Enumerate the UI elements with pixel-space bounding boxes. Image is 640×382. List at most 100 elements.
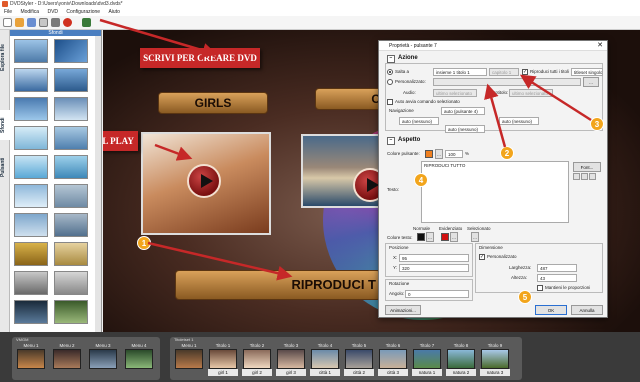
title-item[interactable]: Titolo 6 città 3 [378, 343, 408, 376]
menu-file[interactable]: File [4, 9, 12, 15]
tab-backgrounds[interactable]: Sfondi [0, 110, 10, 140]
button-color-swatch[interactable] [425, 150, 433, 158]
background-thumb[interactable] [54, 97, 88, 121]
background-thumb[interactable] [54, 184, 88, 208]
highlight-color-label: Evidenziato [439, 226, 463, 231]
title-item[interactable]: Titolo 3 girl 3 [276, 343, 306, 376]
button-color-picker[interactable]: ... [435, 149, 443, 159]
background-thumb[interactable] [54, 271, 88, 295]
background-thumb[interactable] [14, 39, 48, 63]
height-input[interactable]: 43 [537, 274, 577, 282]
new-file-icon[interactable] [3, 18, 12, 27]
burn-icon[interactable] [63, 18, 72, 27]
menu-item[interactable]: Menu 3 [88, 343, 118, 376]
normal-color-picker[interactable]: ... [426, 232, 434, 242]
highlight-color-picker[interactable]: ... [450, 232, 458, 242]
background-thumb[interactable] [54, 68, 88, 92]
background-thumb[interactable] [54, 155, 88, 179]
section-action[interactable]: Azione [387, 55, 418, 63]
align-center-icon[interactable] [581, 173, 588, 180]
background-thumb[interactable] [14, 271, 48, 295]
menu-item-thumb [125, 349, 153, 369]
background-thumb[interactable] [14, 184, 48, 208]
section-appearance[interactable]: Aspetto [387, 137, 420, 145]
menu-edit[interactable]: Modifica [20, 9, 39, 15]
background-thumb[interactable] [14, 126, 48, 150]
opacity-input[interactable]: 100 [445, 150, 463, 158]
nav-down-select[interactable]: auto (nessuno) [445, 125, 485, 133]
menu-settings[interactable]: Configurazione [66, 9, 100, 15]
step-badge-3: 3 [590, 117, 604, 131]
selected-color-picker[interactable]: ... [471, 232, 479, 242]
align-left-icon[interactable] [573, 173, 580, 180]
title-item[interactable]: Titolo 1 girl 1 [208, 343, 238, 376]
background-thumb[interactable] [14, 97, 48, 121]
highlight-color-swatch[interactable] [441, 233, 449, 241]
custom-size-checkbox[interactable]: ✓ [479, 254, 485, 260]
background-thumb[interactable] [14, 68, 48, 92]
angle-input[interactable]: 0 [405, 290, 469, 298]
close-icon[interactable]: ✕ [597, 42, 603, 50]
backgrounds-scrollbar[interactable] [95, 36, 101, 332]
title-item[interactable]: Titolo 4 città 1 [310, 343, 340, 376]
button-text-area[interactable]: RIPRODUCI TUTTO [421, 161, 569, 223]
play-all-checkbox[interactable]: ✓ [522, 69, 528, 75]
nav-up-select[interactable]: auto (pulsante 4) [441, 107, 485, 115]
wand-icon[interactable] [39, 18, 48, 27]
background-thumb[interactable] [54, 242, 88, 266]
title-item[interactable]: Menu 1 [174, 343, 204, 376]
title-item-thumb [447, 349, 475, 369]
background-thumb[interactable] [54, 39, 88, 63]
background-thumb[interactable] [14, 300, 48, 324]
auto-exec-checkbox[interactable] [387, 99, 393, 105]
background-thumb[interactable] [14, 155, 48, 179]
menu-button-girls[interactable]: GIRLS [158, 92, 268, 114]
x-input[interactable]: 95 [399, 254, 469, 262]
menu-item[interactable]: Menu 1 [16, 343, 46, 376]
title-item[interactable]: Titolo 2 girl 2 [242, 343, 272, 376]
preview-icon[interactable] [82, 18, 91, 27]
normal-color-swatch[interactable] [417, 233, 425, 241]
menu-item[interactable]: Menu 2 [52, 343, 82, 376]
y-input[interactable]: 320 [399, 264, 469, 272]
title-item-thumb [243, 349, 271, 369]
menu-item[interactable]: Menu 4 [124, 343, 154, 376]
background-thumb[interactable] [14, 242, 48, 266]
nav-right-select[interactable]: auto (nessuno) [499, 117, 539, 125]
tools-icon[interactable] [51, 18, 60, 27]
save-icon[interactable] [27, 18, 36, 27]
tab-file-browser[interactable]: Esplora file [0, 38, 10, 78]
title-item-thumb [379, 349, 407, 369]
ok-button[interactable]: OK [535, 305, 567, 315]
title-item[interactable]: Titolo 8 natura 2 [446, 343, 476, 376]
play-button-girls[interactable] [187, 164, 221, 198]
goto-radio[interactable] [387, 69, 393, 75]
align-right-icon[interactable] [589, 173, 596, 180]
title-item-label: Titolo 8 [453, 343, 469, 348]
animations-button[interactable]: Animazioni... [385, 305, 421, 315]
play-all-select[interactable]: titleset singolo [571, 68, 603, 76]
subtitle-label: Sottotitolo: [487, 90, 509, 95]
background-thumb[interactable] [54, 213, 88, 237]
menu-dvd[interactable]: DVD [47, 9, 58, 15]
open-folder-icon[interactable] [15, 18, 24, 27]
background-thumb[interactable] [14, 213, 48, 237]
properties-dialog: Proprietà - pulsante 7 ✕ Azione Salta a … [378, 40, 608, 318]
menu-button-play-all[interactable]: RIPRODUCI T [175, 270, 381, 300]
nav-left-select[interactable]: auto (nessuno) [399, 117, 439, 125]
custom-radio[interactable] [387, 79, 393, 85]
tab-buttons[interactable]: Pulsanti [0, 150, 10, 185]
title-item[interactable]: Titolo 5 città 2 [344, 343, 374, 376]
custom-command-button[interactable]: ... [583, 77, 599, 87]
titleset-group: Titoletset 1 Menu 1 Titolo 1 girl 1 Tito… [170, 337, 522, 380]
title-item[interactable]: Titolo 9 natura 3 [480, 343, 510, 376]
menu-help[interactable]: Aiuto [108, 9, 119, 15]
background-thumb[interactable] [54, 126, 88, 150]
background-thumb[interactable] [54, 300, 88, 324]
keep-ratio-checkbox[interactable] [537, 285, 543, 291]
title-item[interactable]: Titolo 7 natura 1 [412, 343, 442, 376]
goto-select[interactable]: insieme 1 titolo 1 [433, 68, 487, 76]
width-input[interactable]: 487 [537, 264, 577, 272]
cancel-button[interactable]: Annulla [571, 305, 603, 315]
font-button[interactable]: Font... [573, 162, 601, 172]
